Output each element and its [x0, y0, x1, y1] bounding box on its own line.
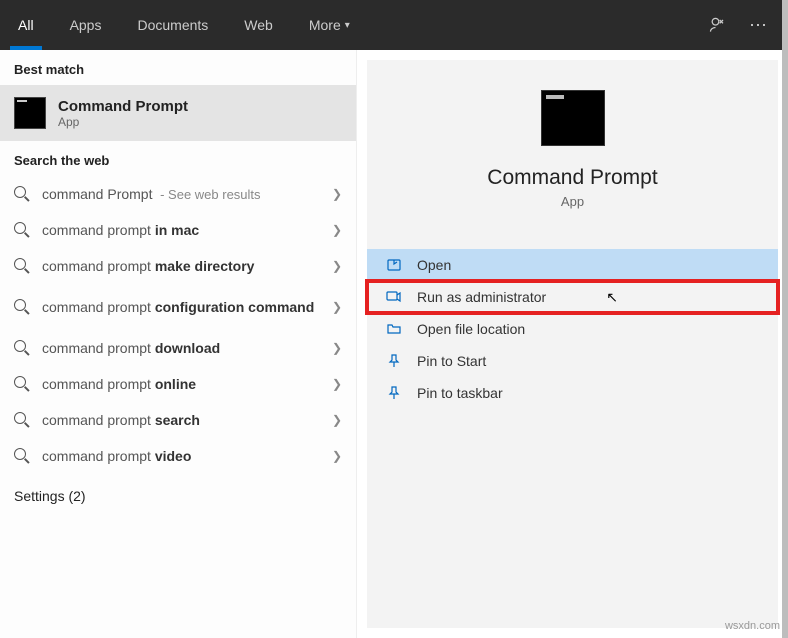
- admin-icon: [385, 288, 403, 306]
- suggestion-text: command prompt video: [42, 448, 332, 464]
- app-subtitle: App: [367, 194, 778, 209]
- suggestion-row[interactable]: command prompt configuration command ❯: [0, 284, 356, 330]
- search-icon: [14, 222, 30, 238]
- pin-icon: [385, 384, 403, 402]
- suggestion-row[interactable]: command prompt in mac ❯: [0, 212, 356, 248]
- cursor-icon: ↖: [606, 289, 618, 306]
- action-pin-to-start[interactable]: Pin to Start: [367, 345, 778, 377]
- chevron-down-icon: ▾: [345, 20, 350, 31]
- suggestion-text: command prompt in mac: [42, 222, 332, 238]
- chevron-right-icon: ❯: [332, 449, 342, 463]
- suggestion-row[interactable]: command prompt online ❯: [0, 366, 356, 402]
- suggestion-text: command Prompt - See web results: [42, 186, 332, 202]
- app-title: Command Prompt: [367, 166, 778, 190]
- chevron-right-icon: ❯: [332, 413, 342, 427]
- search-icon: [14, 299, 30, 315]
- tab-label: Apps: [70, 17, 102, 33]
- action-label: Run as administrator: [417, 289, 546, 305]
- action-pin-to-taskbar[interactable]: Pin to taskbar: [367, 377, 778, 409]
- suggestion-row[interactable]: command prompt video ❯: [0, 438, 356, 474]
- settings-header[interactable]: Settings (2): [0, 474, 356, 518]
- more-icon[interactable]: ⋯: [738, 5, 778, 45]
- best-match-item[interactable]: Command Prompt App: [0, 85, 356, 141]
- suggestion-text: command prompt search: [42, 412, 332, 428]
- suggestion-row[interactable]: command prompt search ❯: [0, 402, 356, 438]
- tab-more[interactable]: More ▾: [291, 0, 368, 50]
- feedback-icon[interactable]: [698, 5, 738, 45]
- chevron-right-icon: ❯: [332, 187, 342, 201]
- best-match-title: Command Prompt: [58, 98, 188, 115]
- chevron-right-icon: ❯: [332, 300, 342, 314]
- main-area: Best match Command Prompt App Search the…: [0, 50, 788, 638]
- tab-label: Documents: [137, 17, 208, 33]
- right-panel: Command Prompt App Open Run as administr…: [357, 50, 788, 638]
- action-label: Pin to Start: [417, 353, 486, 369]
- action-open[interactable]: Open: [367, 249, 778, 281]
- nav-tabs: All Apps Documents Web More ▾: [0, 0, 368, 50]
- suggestion-text: command prompt make directory: [42, 258, 332, 274]
- tab-label: All: [18, 17, 34, 33]
- action-label: Pin to taskbar: [417, 385, 503, 401]
- tab-all[interactable]: All: [0, 0, 52, 50]
- chevron-right-icon: ❯: [332, 259, 342, 273]
- search-icon: [14, 448, 30, 464]
- suggestion-row[interactable]: command prompt download ❯: [0, 330, 356, 366]
- search-icon: [14, 412, 30, 428]
- search-icon: [14, 376, 30, 392]
- suggestion-text: command prompt online: [42, 376, 332, 392]
- command-prompt-icon-large: [541, 90, 605, 146]
- command-prompt-icon: [14, 97, 46, 129]
- best-match-subtitle: App: [58, 115, 188, 129]
- left-panel: Best match Command Prompt App Search the…: [0, 50, 357, 638]
- best-match-text: Command Prompt App: [58, 98, 188, 129]
- chevron-right-icon: ❯: [332, 377, 342, 391]
- search-web-header: Search the web: [0, 141, 356, 176]
- tab-label: More: [309, 17, 341, 33]
- tab-web[interactable]: Web: [226, 0, 291, 50]
- action-open-file-location[interactable]: Open file location: [367, 313, 778, 345]
- folder-icon: [385, 320, 403, 338]
- search-icon: [14, 340, 30, 356]
- chevron-right-icon: ❯: [332, 341, 342, 355]
- action-run-as-admin[interactable]: Run as administrator ↖: [367, 281, 778, 313]
- suggestion-row[interactable]: command prompt make directory ❯: [0, 248, 356, 284]
- action-label: Open: [417, 257, 451, 273]
- suggestion-text: command prompt configuration command: [42, 299, 332, 316]
- tab-label: Web: [244, 17, 273, 33]
- search-icon: [14, 186, 30, 202]
- tab-documents[interactable]: Documents: [119, 0, 226, 50]
- chevron-right-icon: ❯: [332, 223, 342, 237]
- search-icon: [14, 258, 30, 274]
- pin-icon: [385, 352, 403, 370]
- top-nav: All Apps Documents Web More ▾ ⋯: [0, 0, 788, 50]
- suggestion-text: command prompt download: [42, 340, 332, 356]
- action-label: Open file location: [417, 321, 525, 337]
- watermark: wsxdn.com: [725, 620, 780, 632]
- scrollbar[interactable]: [782, 0, 788, 638]
- suggestion-row[interactable]: command Prompt - See web results ❯: [0, 176, 356, 212]
- app-detail-card: Command Prompt App Open Run as administr…: [367, 60, 778, 628]
- open-icon: [385, 256, 403, 274]
- tab-apps[interactable]: Apps: [52, 0, 120, 50]
- best-match-header: Best match: [0, 50, 356, 85]
